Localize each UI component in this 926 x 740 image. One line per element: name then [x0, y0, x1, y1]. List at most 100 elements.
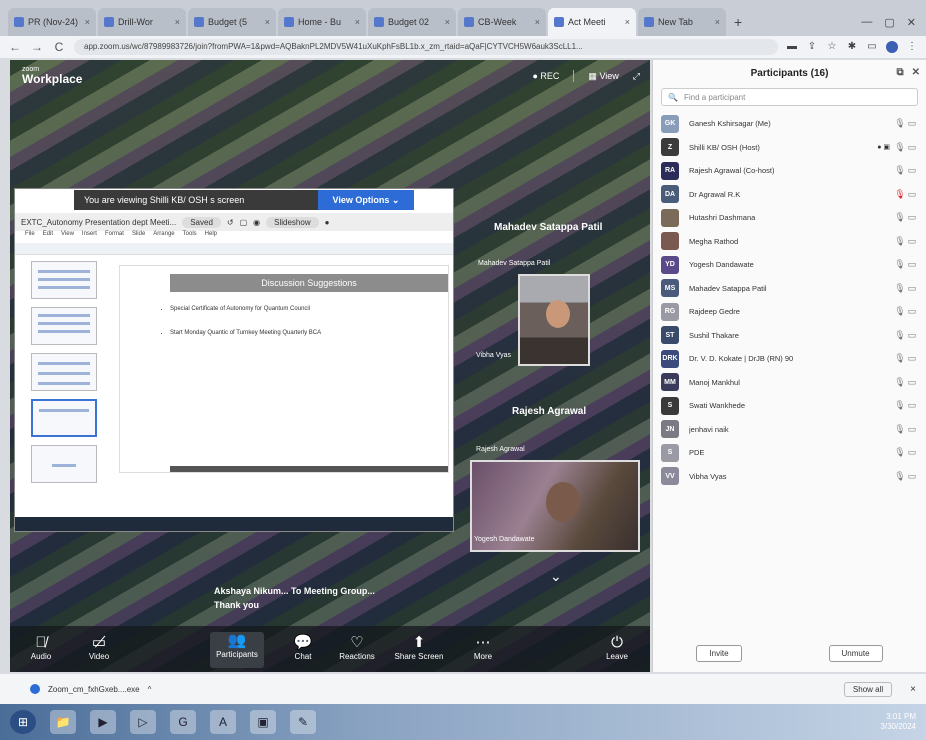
tab-close-icon[interactable]: × [265, 17, 270, 27]
media-icon[interactable]: ▶ [90, 710, 116, 734]
extensions-icon[interactable]: ✱ [846, 41, 858, 53]
mic-muted-icon[interactable]: 🎙 [894, 353, 906, 364]
leave-button[interactable]: ⏻ Leave [590, 634, 644, 661]
profile-avatar[interactable] [886, 41, 898, 53]
video-off-icon[interactable]: ▭ [906, 189, 918, 200]
slides-menu-item[interactable]: Arrange [153, 231, 174, 241]
browser-tab[interactable]: Budget (5 × [188, 8, 276, 36]
share-icon[interactable]: ⇪ [806, 41, 818, 53]
slide-thumbnail[interactable] [31, 353, 97, 391]
mic-muted-icon[interactable]: 🎙 [894, 165, 906, 176]
mic-muted-icon[interactable]: 🎙 [894, 212, 906, 223]
url-field[interactable]: app.zoom.us/wc/87989983726/join?fromPWA=… [74, 39, 778, 55]
browser-tab[interactable]: CB-Week × [458, 8, 546, 36]
slides-menu-item[interactable]: Help [205, 231, 217, 241]
menu-kebab-icon[interactable]: ⋮ [906, 41, 918, 53]
slide-thumbnail[interactable] [31, 261, 97, 299]
new-tab-button[interactable]: + [728, 8, 748, 36]
video-off-icon[interactable]: ▭ [906, 259, 918, 270]
system-tray-clock[interactable]: 3:01 PM 3/30/2024 [880, 712, 926, 732]
video-off-icon[interactable]: ▭ [906, 471, 918, 482]
video-off-icon[interactable]: ▭ [906, 142, 918, 153]
view-options-button[interactable]: View Options ⌄ [318, 190, 414, 210]
close-download-bar-icon[interactable]: × [910, 684, 916, 695]
mic-muted-icon[interactable]: 🎙 [894, 424, 906, 435]
back-button[interactable]: ← [8, 40, 22, 54]
participant-row[interactable]: YD Yogesh Dandawate 🎙 ▭ [653, 253, 926, 277]
video-off-icon[interactable]: ▭ [906, 118, 918, 129]
mic-muted-icon[interactable]: 🎙 [894, 306, 906, 317]
video-off-icon[interactable]: ▭ [906, 353, 918, 364]
participant-row[interactable]: JN jenhavi naik 🎙 ▭ [653, 418, 926, 442]
reload-button[interactable]: C [52, 40, 66, 54]
participant-row[interactable]: Megha Rathod 🎙 ▭ [653, 230, 926, 254]
pdf-reader-icon[interactable]: A [210, 710, 236, 734]
participant-row[interactable]: GK Ganesh Kshirsagar (Me) 🎙 ▭ [653, 112, 926, 136]
tab-close-icon[interactable]: × [355, 17, 360, 27]
mic-muted-icon[interactable]: 🎙 [894, 330, 906, 341]
video-off-icon[interactable]: ▭ [906, 330, 918, 341]
video-off-icon[interactable]: ▭ [906, 236, 918, 247]
maximize-icon[interactable]: ▢ [884, 16, 894, 29]
app-icon[interactable]: ▷ [130, 710, 156, 734]
participant-row[interactable]: ST Sushil Thakare 🎙 ▭ [653, 324, 926, 348]
mic-muted-icon[interactable]: 🎙 [894, 471, 906, 482]
participant-row[interactable]: RG Rajdeep Gedre 🎙 ▭ [653, 300, 926, 324]
mic-muted-icon[interactable]: 🎙 [894, 283, 906, 294]
participant-row[interactable]: MS Mahadev Satappa Patil 🎙 ▭ [653, 277, 926, 301]
participant-row[interactable]: VV Vibha Vyas 🎙 ▭ [653, 465, 926, 489]
show-all-button[interactable]: Show all [843, 681, 893, 697]
browser-tab[interactable]: Home - Bu × [278, 8, 366, 36]
chrome-icon[interactable]: G [170, 710, 196, 734]
tab-close-icon[interactable]: × [625, 17, 630, 27]
popout-icon[interactable]: ⧉ [896, 67, 903, 78]
browser-tab[interactable]: PR (Nov-24) × [8, 8, 96, 36]
unmute-button[interactable]: Unmute [828, 644, 883, 662]
slides-menu-item[interactable]: Slide [132, 231, 145, 241]
slides-menu-item[interactable]: Tools [183, 231, 197, 241]
mic-muted-icon[interactable]: 🎙 [894, 118, 906, 129]
mic-muted-icon[interactable]: 🎙 [894, 447, 906, 458]
history-icon[interactable]: ↺ [227, 218, 234, 227]
mic-muted-icon[interactable]: 🎙 [894, 259, 906, 270]
tab-close-icon[interactable]: × [715, 17, 720, 27]
photo-app-icon[interactable]: ▣ [250, 710, 276, 734]
participant-row[interactable]: Hutashri Dashmana 🎙 ▭ [653, 206, 926, 230]
slides-menu-item[interactable]: View [61, 231, 74, 241]
browser-tab[interactable]: New Tab × [638, 8, 726, 36]
video-button[interactable]: ▭̸ Video [72, 634, 126, 661]
browser-tab[interactable]: Drill-Wor × [98, 8, 186, 36]
participant-row[interactable]: S Swati Wankhede 🎙 ▭ [653, 394, 926, 418]
video-off-icon[interactable]: ▭ [906, 212, 918, 223]
participant-search-input[interactable]: 🔍 Find a participant [661, 88, 918, 106]
paint-icon[interactable]: ✎ [290, 710, 316, 734]
slideshow-button[interactable]: Slideshow [266, 216, 319, 228]
slide-thumbnail[interactable] [31, 307, 97, 345]
mic-muted-icon[interactable]: 🎙 [894, 189, 906, 200]
explorer-icon[interactable]: 📁 [50, 710, 76, 734]
participant-row[interactable]: RA Rajesh Agrawal (Co-host) 🎙 ▭ [653, 159, 926, 183]
chevron-down-icon[interactable]: ⌄ [550, 568, 562, 585]
participants-button[interactable]: 👥 Participants [210, 632, 264, 668]
slide-thumbnail-selected[interactable] [31, 399, 97, 437]
browser-tab[interactable]: Act Meeti × [548, 8, 636, 36]
video-off-icon[interactable]: ▭ [906, 447, 918, 458]
close-window-icon[interactable]: ✕ [907, 16, 916, 29]
comment-icon[interactable]: ▢ [240, 218, 248, 227]
account-avatar[interactable]: ● [325, 218, 330, 227]
view-button[interactable]: ▦ View [588, 71, 618, 82]
star-icon[interactable]: ☆ [826, 41, 838, 53]
chat-notification[interactable]: Akshaya Nikum... To Meeting Group... Tha… [214, 584, 375, 612]
participant-row[interactable]: Z Shilli KB/ OSH (Host) ● ▣ 🎙 ▭ [653, 136, 926, 160]
participant-row[interactable]: DA Dr Agrawal R.K 🎙 ▭ [653, 183, 926, 207]
slides-menu-item[interactable]: Edit [43, 231, 53, 241]
mic-muted-icon[interactable]: 🎙 [894, 377, 906, 388]
reactions-button[interactable]: ♡ Reactions [330, 634, 384, 661]
audio-button[interactable]: 🎙̸ Audio [14, 634, 68, 661]
sidebar-icon[interactable]: ▭ [866, 41, 878, 53]
chevron-up-icon[interactable]: ^ [148, 685, 152, 694]
slides-menu-item[interactable]: Format [105, 231, 124, 241]
participant-row[interactable]: S PDE 🎙 ▭ [653, 441, 926, 465]
fullscreen-icon[interactable]: ⤢ [633, 71, 640, 82]
video-off-icon[interactable]: ▭ [906, 165, 918, 176]
